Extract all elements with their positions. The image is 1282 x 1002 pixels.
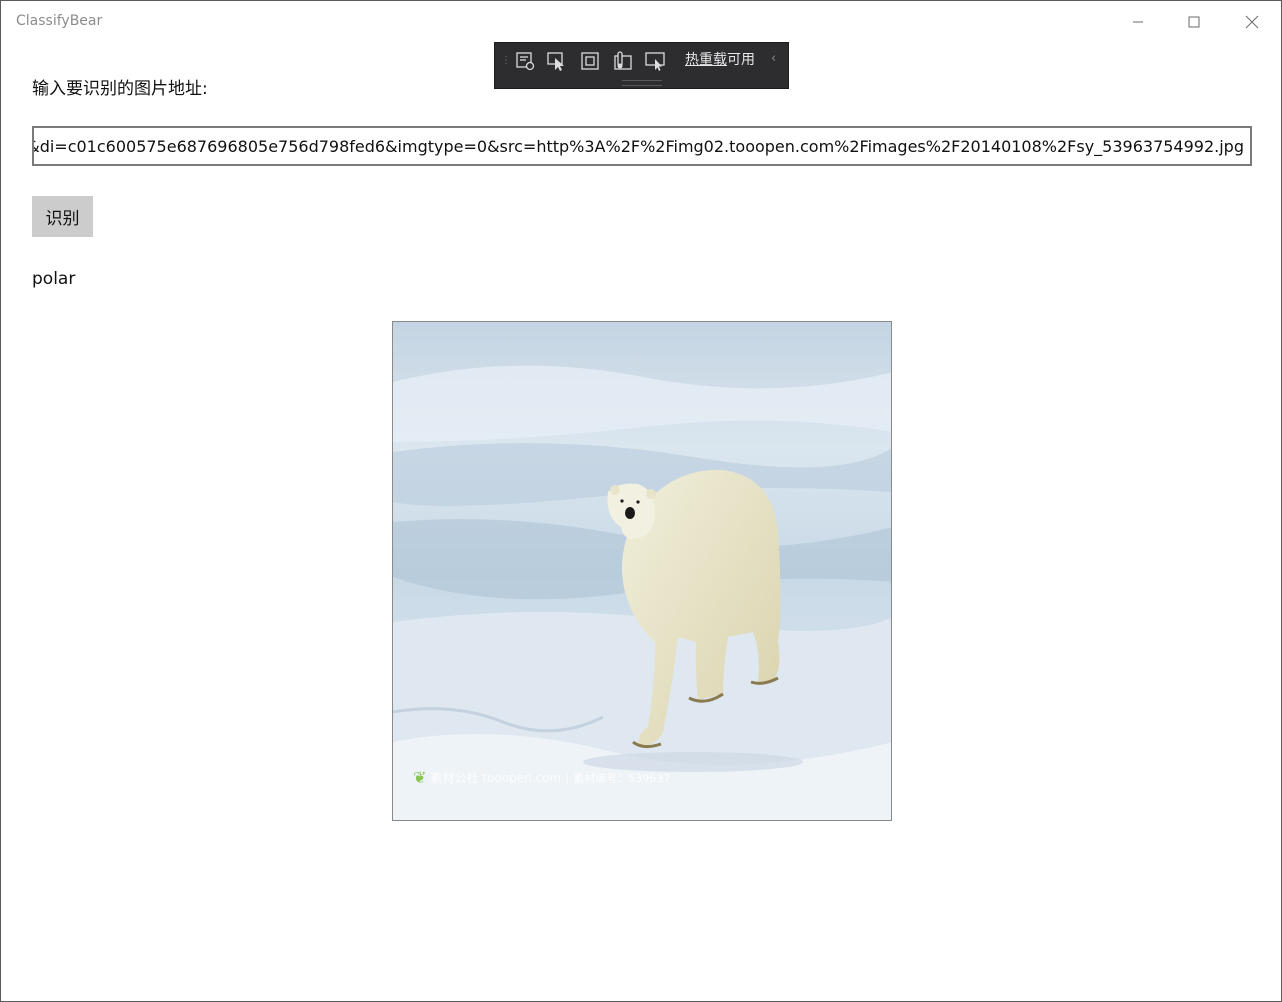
hot-reload-available-text: 可用 — [727, 52, 755, 68]
classify-button[interactable]: 识别 — [32, 196, 93, 237]
title-bar[interactable]: ClassifyBear — [1, 1, 1281, 43]
minimize-button[interactable] — [1115, 1, 1161, 43]
select-element-button[interactable] — [545, 49, 569, 73]
toolbar-drag-handle[interactable] — [622, 80, 662, 86]
minimize-icon — [1133, 21, 1143, 23]
display-layout-adorners-button[interactable] — [578, 49, 602, 73]
watermark-site: tooopen.com — [482, 770, 562, 785]
collapse-toolbar-icon[interactable]: ‹ — [771, 51, 776, 66]
image-url-input[interactable]: 36773&di=c01c600575e687696805e756d798fed… — [32, 126, 1252, 166]
track-focus-button[interactable] — [611, 49, 635, 73]
leaf-icon: ❦ — [413, 768, 427, 787]
live-visual-tree-button[interactable] — [513, 49, 537, 73]
watermark-id: 素材编号：539637 — [573, 771, 671, 785]
image-url-value: 36773&di=c01c600575e687696805e756d798fed… — [32, 136, 1244, 156]
thermometer-icon — [614, 51, 632, 70]
select-pointer-icon — [547, 52, 564, 71]
app-window: ClassifyBear ⋮ 热重载可用 ‹ 输入要识别的图片地址: 36773… — [0, 0, 1282, 1002]
xaml-debug-toolbar: ⋮ 热重载可用 ‹ — [494, 42, 789, 89]
classification-result: polar — [32, 269, 76, 289]
app-title: ClassifyBear — [16, 13, 103, 29]
hot-reload-status[interactable]: 热重载可用 — [685, 49, 755, 69]
close-icon — [1245, 15, 1259, 29]
watermark: ❦ 素材公社 tooopen.com | 素材编号：539637 — [413, 768, 670, 787]
hot-reload-link[interactable]: 热重载 — [685, 52, 727, 68]
maximize-button[interactable] — [1171, 1, 1217, 43]
watermark-divider: | — [565, 770, 570, 785]
visual-tree-icon — [516, 52, 535, 71]
url-prompt-label: 输入要识别的图片地址: — [32, 79, 208, 99]
watermark-brand: 素材公社 — [430, 771, 479, 785]
close-button[interactable] — [1229, 1, 1275, 43]
polar-bear-image-icon — [393, 322, 891, 820]
layout-scaling-button[interactable] — [643, 49, 667, 73]
maximize-icon — [1188, 16, 1200, 28]
toolbar-grip-icon[interactable]: ⋮ — [501, 55, 511, 66]
polar-bear-photo: ❦ 素材公社 tooopen.com | 素材编号：539637 — [392, 321, 892, 821]
adorner-icon — [581, 52, 599, 70]
scaling-icon — [645, 52, 665, 71]
